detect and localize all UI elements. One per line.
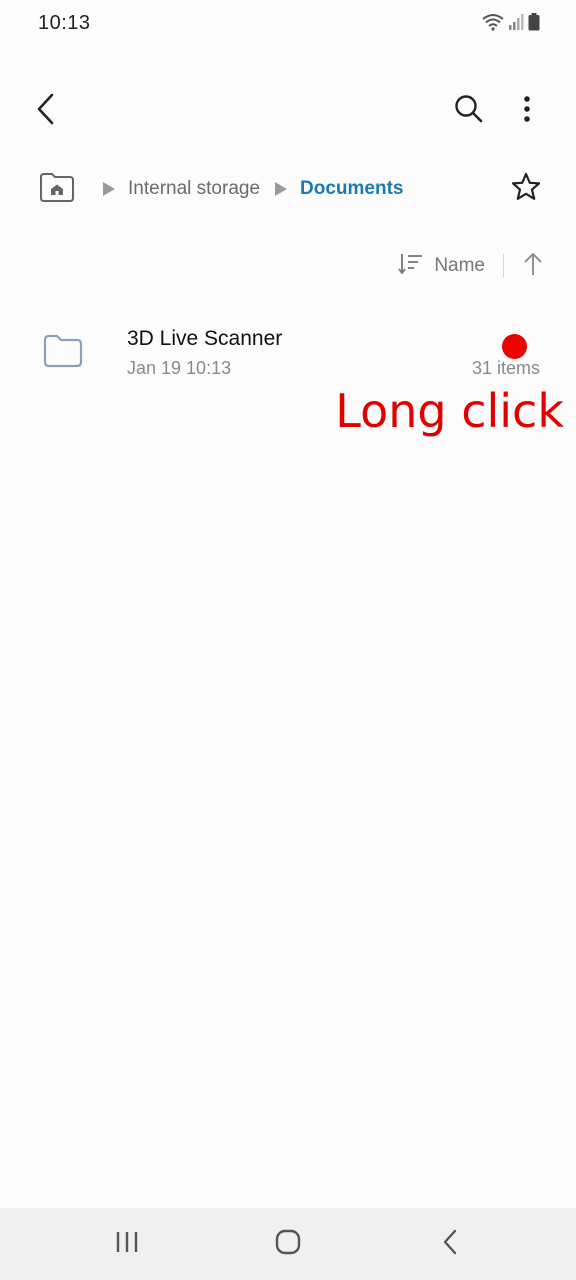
breadcrumb-separator-icon (275, 182, 288, 196)
more-options-button[interactable] (503, 87, 551, 135)
breadcrumb-separator-icon (103, 182, 115, 196)
recents-icon (115, 1230, 139, 1259)
home-icon (274, 1228, 302, 1261)
sort-bar: Name (398, 246, 546, 286)
list-item[interactable]: 3D Live Scanner Jan 19 10:13 31 items (0, 310, 576, 394)
status-bar: 10:13 (0, 0, 576, 50)
nav-back-button[interactable] (414, 1208, 486, 1280)
breadcrumb-documents[interactable]: Documents (300, 178, 403, 200)
sort-label: Name (434, 255, 485, 276)
back-button[interactable] (22, 87, 70, 135)
search-button[interactable] (445, 87, 493, 135)
sort-divider (503, 254, 504, 278)
arrow-up-icon (523, 252, 543, 281)
chevron-left-icon (34, 92, 58, 131)
more-vertical-icon (523, 95, 531, 128)
sort-icon (398, 252, 424, 281)
signal-icon (508, 13, 524, 36)
wifi-icon (482, 13, 504, 36)
breadcrumb-internal-storage[interactable]: Internal storage (128, 178, 260, 200)
home-button[interactable] (252, 1208, 324, 1280)
favorite-button[interactable] (504, 166, 548, 212)
folder-icon (42, 332, 84, 370)
status-time: 10:13 (38, 12, 91, 34)
status-icons (482, 12, 540, 36)
file-item-count: 31 items (471, 358, 540, 378)
gesture-label: Long click (335, 384, 564, 438)
home-folder-icon (38, 171, 76, 208)
star-outline-icon (510, 171, 542, 208)
sort-direction-button[interactable] (520, 251, 546, 281)
search-icon (454, 94, 484, 129)
breadcrumb: Internal storage Documents (36, 166, 418, 212)
sort-by-button[interactable]: Name (398, 252, 485, 281)
touch-indicator (502, 334, 527, 359)
recents-button[interactable] (91, 1208, 163, 1280)
battery-icon (528, 12, 540, 36)
file-name: 3D Live Scanner (127, 327, 283, 350)
navigation-bar (0, 1208, 576, 1280)
breadcrumb-home-button[interactable] (36, 169, 78, 209)
back-icon (441, 1229, 459, 1260)
file-date: Jan 19 10:13 (127, 358, 232, 378)
